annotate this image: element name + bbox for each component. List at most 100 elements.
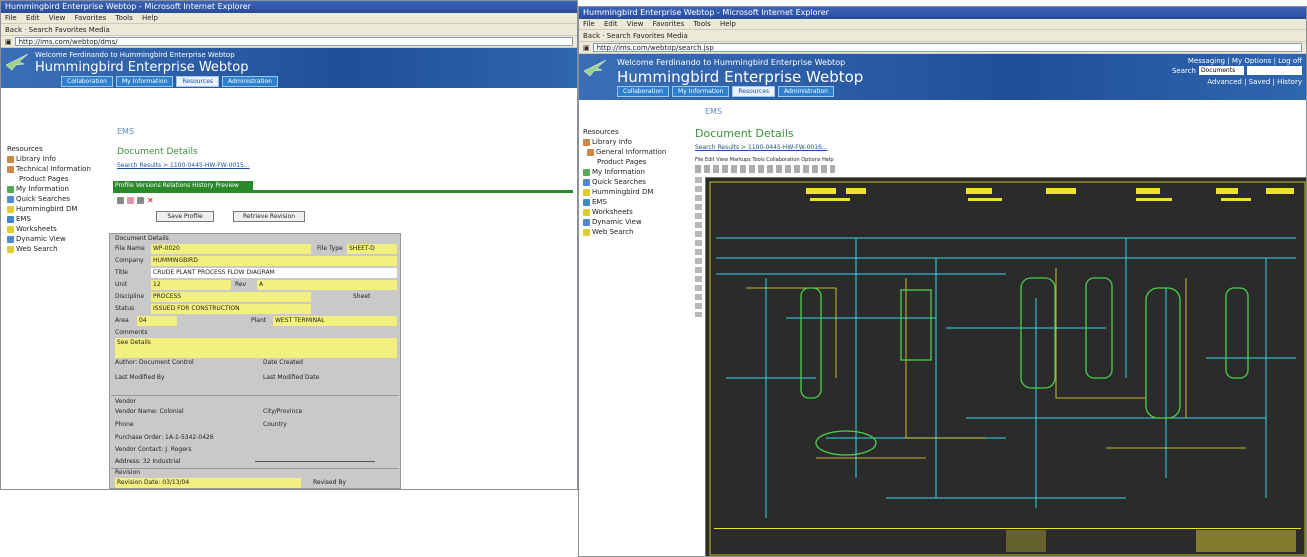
sidebar-item-web-search[interactable]: Web Search [7, 244, 91, 254]
field-label: Plant [251, 317, 267, 324]
author-label: Author: Document Control [115, 359, 194, 366]
tab-my-information[interactable]: My Information [672, 86, 730, 97]
sidebar-item-product-pages[interactable]: Product Pages [583, 157, 666, 167]
file-name-field[interactable]: WP-0020 [151, 244, 311, 254]
sidebar-tree: Resources Library Info Technical Informa… [7, 144, 91, 254]
date-created-label: Date Created [263, 359, 303, 366]
sidebar-tree: Resources Library Info General Informati… [583, 127, 666, 237]
vendor-country: Country [263, 421, 287, 428]
save-icon[interactable] [117, 197, 124, 204]
sidebar-item-tech-info[interactable]: Technical Information [7, 164, 91, 174]
search-select[interactable]: Documents [1199, 66, 1244, 75]
sidebar-item-resources[interactable]: Resources [7, 144, 91, 154]
menu-file[interactable]: File [583, 20, 595, 28]
breadcrumb[interactable]: Search Results > 1100-0445-HW-FW-0016... [695, 144, 828, 151]
field-label: Title [115, 269, 128, 276]
tab-resources[interactable]: Resources [176, 76, 220, 87]
area-field[interactable]: 04 [137, 316, 177, 326]
sidebar-item-worksheets[interactable]: Worksheets [7, 224, 91, 234]
menu-bar: File Edit View Favorites Tools Help [579, 19, 1306, 30]
page-title: Document Details [695, 127, 794, 140]
field-label: Status [115, 305, 135, 312]
menu-help[interactable]: Help [720, 20, 736, 28]
sidebar-item-general-info[interactable]: General Information [583, 147, 666, 157]
menu-help[interactable]: Help [142, 14, 158, 22]
address-input[interactable]: http://ims.com/webtop/dms/ [14, 37, 573, 46]
right-browser-window: Hummingbird Enterprise Webtop - Microsof… [578, 6, 1307, 557]
viewer-toolbar[interactable] [695, 165, 835, 173]
tab-administration[interactable]: Administration [778, 86, 834, 97]
sidebar-item-quick-searches[interactable]: Quick Searches [7, 194, 91, 204]
file-type-field[interactable]: SHEET-D [347, 244, 397, 254]
sidebar-item-library[interactable]: Library Info [7, 154, 91, 164]
revision-date-field[interactable]: Revision Date: 03/13/04 [115, 478, 301, 488]
tab-administration[interactable]: Administration [222, 76, 278, 87]
revised-by-label: Revised By [313, 479, 347, 486]
menu-favorites[interactable]: Favorites [75, 14, 107, 22]
plant-field[interactable]: WEST TERMINAL [273, 316, 397, 326]
action-icons: ✕ [117, 197, 154, 205]
sidebar-item-ems[interactable]: EMS [583, 197, 666, 207]
menu-tools[interactable]: Tools [693, 20, 710, 28]
unit-field[interactable]: 12 [151, 280, 231, 290]
doc-tabs[interactable]: Profile Versions Relations History Previ… [115, 181, 239, 190]
browser-toolbar[interactable]: Back · Search Favorites Media [1, 24, 577, 36]
sidebar-item-dm[interactable]: Hummingbird DM [583, 187, 666, 197]
status-field[interactable]: ISSUED FOR CONSTRUCTION [151, 304, 311, 314]
breadcrumb[interactable]: Search Results > 1100-0445-HW-FW-0015... [117, 162, 250, 169]
top-links[interactable]: Messaging | My Options | Log off [1188, 57, 1302, 65]
vendor-city: City/Province [263, 408, 303, 415]
address-bar: ▣ http://ims.com/webtop/dms/ [1, 36, 577, 48]
menu-view[interactable]: View [49, 14, 66, 22]
sidebar-item-worksheets[interactable]: Worksheets [583, 207, 666, 217]
search-links[interactable]: Advanced | Saved | History [1207, 78, 1302, 86]
sidebar-item-resources[interactable]: Resources [583, 127, 666, 137]
browser-toolbar[interactable]: Back · Search Favorites Media [579, 30, 1306, 42]
field-label: Discipline [115, 293, 145, 300]
discipline-field[interactable]: PROCESS [151, 292, 311, 302]
delete-icon[interactable]: ✕ [147, 197, 154, 205]
tab-resources[interactable]: Resources [732, 86, 776, 97]
tab-collaboration[interactable]: Collaboration [617, 86, 669, 97]
viewer-side-icons[interactable] [695, 177, 702, 317]
title-field[interactable]: CRUDE PLANT PROCESS FLOW DIAGRAM [151, 268, 397, 278]
panel-title: Document Details [115, 235, 169, 242]
sidebar-item-my-information[interactable]: My Information [7, 184, 91, 194]
menu-edit[interactable]: Edit [604, 20, 618, 28]
field-label: File Type [317, 245, 343, 252]
sidebar-item-dynamic-view[interactable]: Dynamic View [7, 234, 91, 244]
tab-my-information[interactable]: My Information [116, 76, 174, 87]
sidebar-item-quick-searches[interactable]: Quick Searches [583, 177, 666, 187]
menu-file[interactable]: File [5, 14, 17, 22]
address-input[interactable]: http://ims.com/webtop/search.jsp [592, 43, 1302, 52]
menu-edit[interactable]: Edit [26, 14, 40, 22]
retrieve-revision-button[interactable]: Retrieve Revision [233, 211, 305, 222]
menu-tools[interactable]: Tools [115, 14, 132, 22]
menu-view[interactable]: View [627, 20, 644, 28]
viewer-menu[interactable]: File Edit View Markups Tools Collaborati… [695, 157, 834, 163]
tab-collaboration[interactable]: Collaboration [61, 76, 113, 87]
company-field[interactable]: HUMMINGBIRD [151, 256, 397, 266]
drawing-viewer[interactable] [705, 177, 1306, 556]
sidebar-item-dm[interactable]: Hummingbird DM [7, 204, 91, 214]
sidebar-item-library[interactable]: Library Info [583, 137, 666, 147]
sidebar-item-web-search[interactable]: Web Search [583, 227, 666, 237]
save-profile-button[interactable]: Save Profile [156, 211, 214, 222]
field-label: Company [115, 257, 144, 264]
hummingbird-logo-icon [583, 59, 607, 77]
sidebar-item-ems[interactable]: EMS [7, 214, 91, 224]
copy-icon[interactable] [137, 197, 144, 204]
menu-favorites[interactable]: Favorites [653, 20, 685, 28]
sidebar-item-dynamic-view[interactable]: Dynamic View [583, 217, 666, 227]
modified-date-label: Last Modified Date [263, 374, 320, 381]
rev-field[interactable]: A [257, 280, 397, 290]
vendor-phone: Phone [115, 421, 134, 428]
menu-bar: File Edit View Favorites Tools Help [1, 13, 577, 24]
search-input[interactable] [1247, 66, 1302, 75]
edit-icon[interactable] [127, 197, 134, 204]
welcome-text: Welcome Ferdinando to Hummingbird Enterp… [35, 51, 235, 59]
comments-label: Comments [115, 329, 148, 336]
sidebar-item-product-pages[interactable]: Product Pages [7, 174, 91, 184]
comments-field[interactable]: See Details [115, 338, 397, 358]
sidebar-item-my-information[interactable]: My Information [583, 167, 666, 177]
